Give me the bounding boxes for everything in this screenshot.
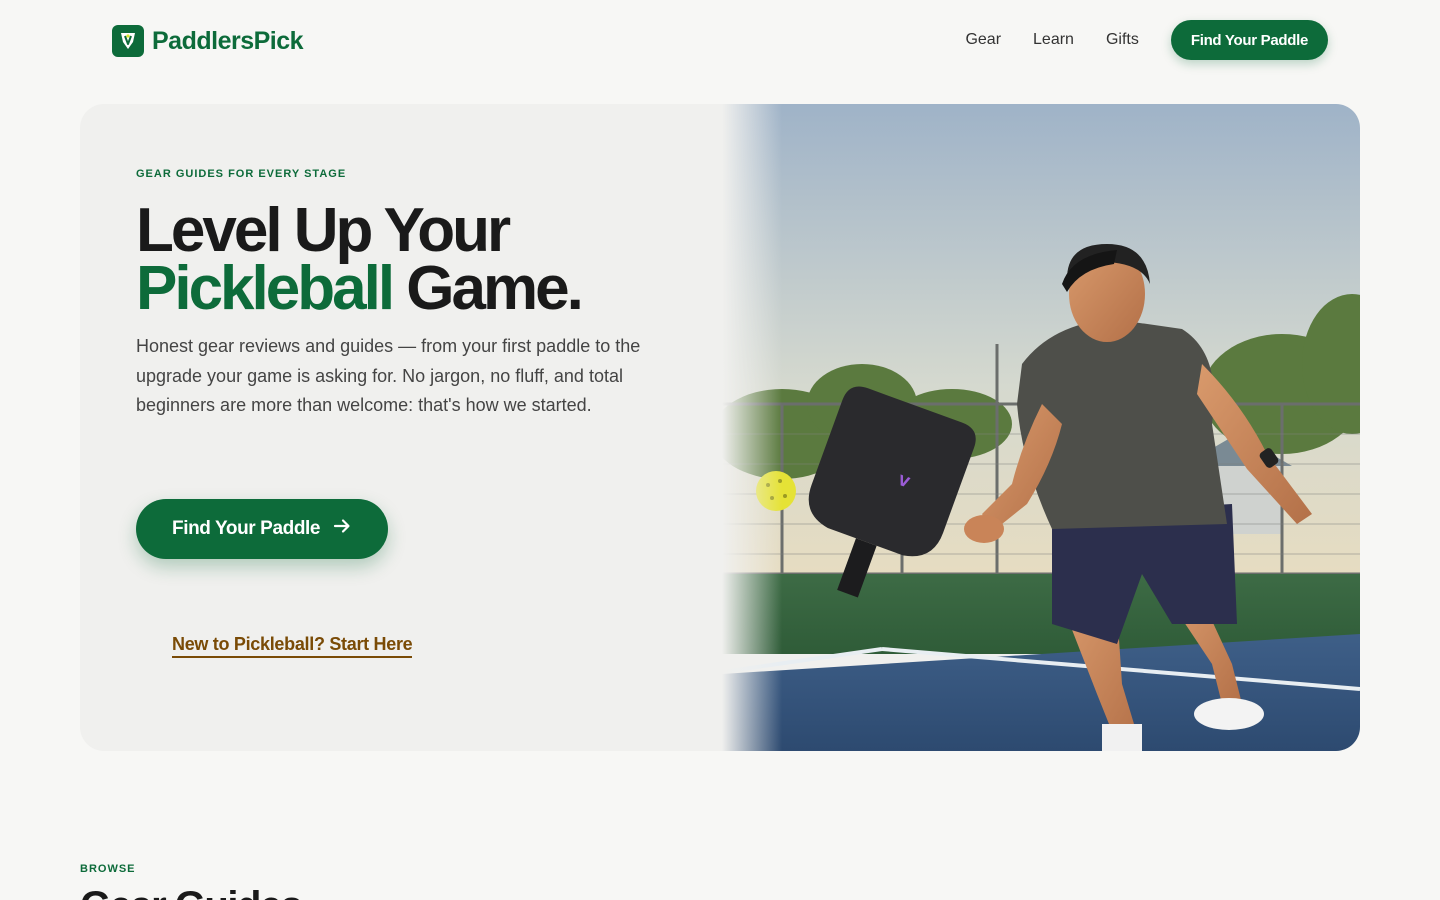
nav-link-gifts[interactable]: Gifts [1106,31,1139,49]
beginner-start-link[interactable]: New to Pickleball? Start Here [172,634,413,658]
browse-title: Gear Guides [80,884,303,900]
brand-logo-link[interactable]: PaddlersPick [112,24,304,58]
hero-image-fade [722,104,782,751]
main-nav: Gear Learn Gifts Find Your Paddle [965,20,1328,60]
nav-link-gear[interactable]: Gear [965,31,1001,49]
hero-find-paddle-button[interactable]: Find Your Paddle [136,499,389,559]
browse-eyebrow: BROWSE [80,863,136,875]
arrow-right-icon [332,516,352,542]
hero-section: GEAR GUIDES FOR EVERY STAGE Level Up You… [80,104,1360,751]
hero-headline: Level Up Your Pickleball Game. [136,200,584,320]
hero-description: Honest gear reviews and guides — from yo… [136,336,641,415]
site-header: PaddlersPick Gear Learn Gifts Find Your … [0,0,1440,80]
nav-find-paddle-button[interactable]: Find Your Paddle [1170,20,1328,60]
headline-accent: Pickleball [136,254,395,323]
hero-cta-label: Find Your Paddle [172,518,321,539]
headline-rest: Game. [406,254,584,323]
paddle-shield-icon [112,25,144,57]
nav-link-learn[interactable]: Learn [1033,31,1074,49]
hero-eyebrow: GEAR GUIDES FOR EVERY STAGE [136,168,347,180]
hero-image: V [722,104,1360,751]
hero-content: GEAR GUIDES FOR EVERY STAGE Level Up You… [136,104,696,751]
brand-name: PaddlersPick [152,26,304,55]
